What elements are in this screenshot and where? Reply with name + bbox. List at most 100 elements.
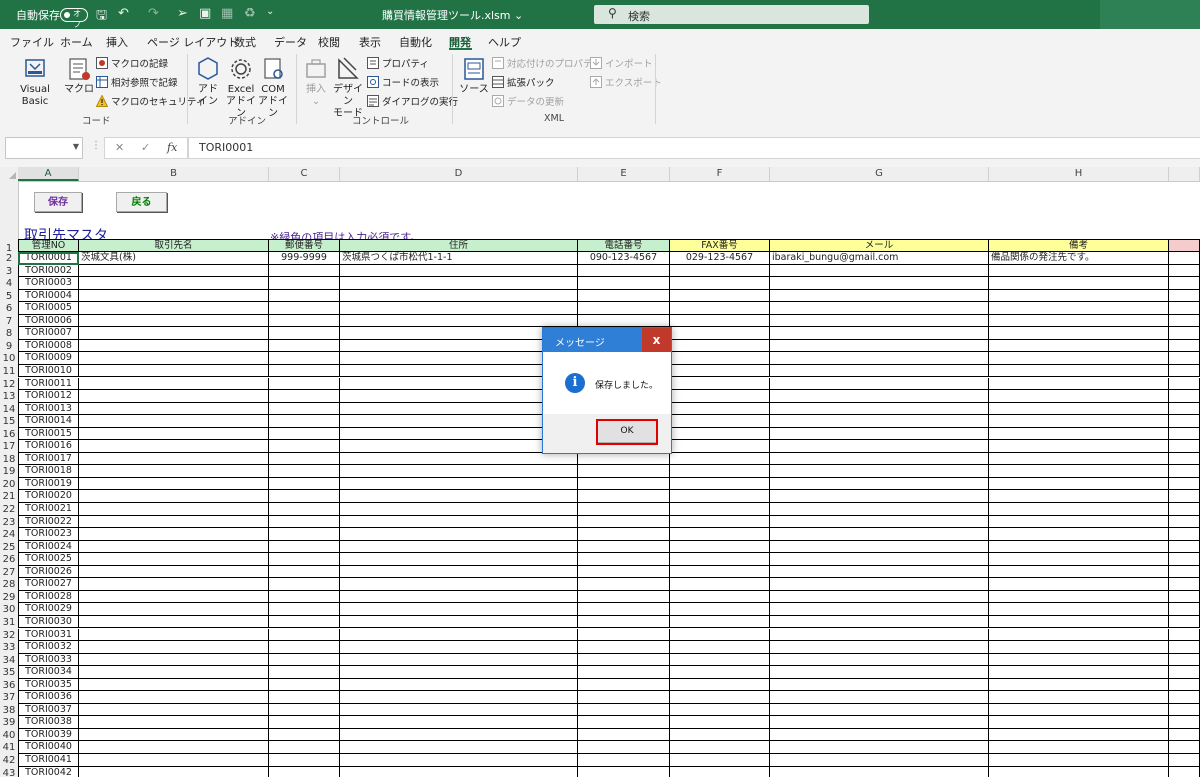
data-cell[interactable] [989, 678, 1169, 692]
addins-button[interactable]: アド イン [194, 56, 222, 108]
data-cell[interactable] [670, 641, 770, 654]
data-cell[interactable] [989, 402, 1169, 416]
data-cell[interactable] [578, 678, 670, 692]
tab-file[interactable]: ファイル [10, 34, 54, 50]
data-cell[interactable] [340, 615, 578, 629]
tab-insert[interactable]: 挿入 [106, 34, 128, 50]
data-cell[interactable] [1169, 427, 1200, 441]
row-number[interactable]: 6 [0, 303, 18, 314]
data-cell[interactable] [79, 628, 269, 642]
data-cell[interactable] [1169, 728, 1200, 742]
data-cell[interactable] [989, 503, 1169, 516]
data-cell[interactable] [989, 390, 1169, 403]
data-cell[interactable] [269, 503, 340, 516]
data-cell[interactable] [670, 427, 770, 441]
data-cell[interactable] [269, 754, 340, 767]
data-cell[interactable] [1169, 615, 1200, 629]
data-cell[interactable] [1169, 503, 1200, 516]
data-cell[interactable] [578, 503, 670, 516]
data-cell[interactable] [269, 452, 340, 466]
autosave-toggle[interactable]: オフ [60, 8, 88, 29]
row-number[interactable]: 28 [0, 579, 18, 590]
data-cell[interactable] [269, 402, 340, 416]
data-cell[interactable] [79, 452, 269, 466]
id-cell[interactable]: TORI0004 [18, 289, 79, 303]
header-cell[interactable]: FAX番号 [670, 239, 770, 252]
data-cell[interactable] [340, 477, 578, 491]
data-cell[interactable] [79, 427, 269, 441]
data-cell[interactable] [989, 452, 1169, 466]
data-cell[interactable] [1169, 440, 1200, 453]
map-properties-button[interactable]: 対応付けのプロパティ [492, 56, 601, 70]
data-cell[interactable] [269, 615, 340, 629]
data-cell[interactable] [79, 289, 269, 303]
data-cell[interactable] [770, 339, 989, 353]
properties-button[interactable]: プロパティ [367, 56, 429, 70]
data-cell[interactable] [770, 528, 989, 541]
run-dialog-button[interactable]: ダイアログの実行 [367, 94, 458, 108]
id-cell[interactable]: TORI0039 [18, 728, 79, 742]
data-cell[interactable] [578, 628, 670, 642]
row-number[interactable]: 24 [0, 529, 18, 540]
data-cell[interactable] [578, 741, 670, 754]
data-cell[interactable] [770, 515, 989, 529]
data-cell[interactable] [340, 528, 578, 541]
design-mode-button[interactable]: デザイン モード [332, 56, 364, 120]
data-cell[interactable] [770, 352, 989, 365]
data-cell[interactable] [1169, 691, 1200, 704]
data-cell[interactable] [340, 490, 578, 503]
data-cell[interactable] [269, 364, 340, 378]
column-header-h[interactable]: H [989, 167, 1169, 181]
data-cell[interactable] [770, 390, 989, 403]
excel-addins-button[interactable]: Excel アドイン [224, 56, 258, 120]
id-cell[interactable]: TORI0040 [18, 741, 79, 754]
data-cell[interactable] [269, 302, 340, 315]
data-cell[interactable] [770, 666, 989, 679]
row-number[interactable]: 23 [0, 517, 18, 528]
redo-icon[interactable]: ↷ [148, 6, 159, 21]
data-cell[interactable] [578, 691, 670, 704]
data-cell[interactable] [670, 565, 770, 579]
data-cell[interactable] [670, 490, 770, 503]
row-number[interactable]: 11 [0, 366, 18, 377]
data-cell[interactable] [989, 540, 1169, 554]
data-cell[interactable] [79, 553, 269, 566]
data-cell[interactable] [670, 339, 770, 353]
data-cell[interactable] [989, 641, 1169, 654]
data-cell[interactable] [79, 578, 269, 591]
row-number[interactable]: 34 [0, 655, 18, 666]
data-cell[interactable]: 茨城文具(株) [79, 252, 269, 265]
data-cell[interactable] [670, 703, 770, 717]
enter-icon[interactable]: ✓ [141, 141, 150, 154]
id-cell[interactable]: TORI0008 [18, 339, 79, 353]
data-cell[interactable] [340, 628, 578, 642]
id-cell[interactable]: TORI0024 [18, 540, 79, 554]
data-cell[interactable] [770, 641, 989, 654]
data-cell[interactable] [269, 666, 340, 679]
data-cell[interactable] [79, 528, 269, 541]
row-number[interactable]: 31 [0, 617, 18, 628]
row-number[interactable]: 27 [0, 567, 18, 578]
data-cell[interactable] [770, 402, 989, 416]
row-number[interactable]: 42 [0, 755, 18, 766]
data-cell[interactable] [1169, 477, 1200, 491]
data-cell[interactable] [79, 741, 269, 754]
data-cell[interactable] [1169, 578, 1200, 591]
id-cell[interactable]: TORI0033 [18, 653, 79, 667]
data-cell[interactable] [269, 628, 340, 642]
row-number[interactable]: 13 [0, 391, 18, 402]
import-button[interactable]: インポート [590, 56, 653, 70]
row-number[interactable]: 36 [0, 680, 18, 691]
data-cell[interactable] [770, 277, 989, 290]
row-number[interactable]: 35 [0, 667, 18, 678]
relative-reference-button[interactable]: 相対参照で記録 [96, 75, 178, 89]
data-cell[interactable] [1169, 515, 1200, 529]
data-cell[interactable] [1169, 590, 1200, 604]
customize-icon[interactable]: ⌄ [266, 6, 274, 17]
data-cell[interactable] [340, 553, 578, 566]
data-cell[interactable] [578, 490, 670, 503]
data-cell[interactable] [340, 641, 578, 654]
data-cell[interactable] [670, 503, 770, 516]
data-cell[interactable] [578, 302, 670, 315]
id-cell[interactable]: TORI0037 [18, 703, 79, 717]
